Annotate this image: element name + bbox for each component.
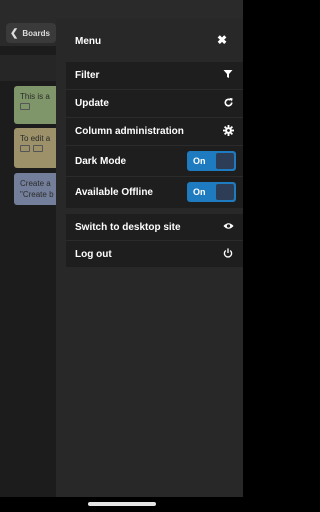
menu-section-secondary: Switch to desktop site Log out xyxy=(66,214,243,267)
menu-item-log-out[interactable]: Log out xyxy=(66,241,243,267)
menu-item-label: Filter xyxy=(75,70,100,81)
menu-item-column-administration[interactable]: Column administration xyxy=(66,118,243,145)
toggle-knob xyxy=(216,153,234,169)
chevron-left-icon: ❮ xyxy=(10,27,19,39)
filter-icon xyxy=(221,69,235,82)
menu-item-available-offline: Available Offline On xyxy=(66,177,243,207)
menu-item-label: Column administration xyxy=(75,126,184,137)
toggle-label: Dark Mode xyxy=(75,155,127,167)
menu-item-label: Switch to desktop site xyxy=(75,221,181,233)
close-icon[interactable]: ✖ xyxy=(217,34,227,46)
toggle-label: Available Offline xyxy=(75,186,153,198)
refresh-icon xyxy=(221,97,235,111)
home-indicator[interactable] xyxy=(88,502,156,506)
toggle-knob xyxy=(216,184,234,200)
side-menu-panel: Menu ✖ Filter Update Column administrati… xyxy=(56,18,243,497)
board-column-header xyxy=(0,55,56,81)
power-icon xyxy=(221,247,235,261)
dark-mode-toggle[interactable]: On xyxy=(187,151,236,171)
back-to-boards-button[interactable]: ❮ Boards xyxy=(6,23,56,43)
menu-header: Menu ✖ xyxy=(56,18,243,62)
checklist-icon xyxy=(20,103,30,110)
gear-icon xyxy=(221,124,235,139)
eye-icon xyxy=(221,222,235,233)
menu-item-label: Update xyxy=(75,98,109,109)
menu-item-switch-to-desktop[interactable]: Switch to desktop site xyxy=(66,214,243,240)
menu-item-update[interactable]: Update xyxy=(66,90,243,117)
menu-item-dark-mode: Dark Mode On xyxy=(66,146,243,176)
menu-section-main: Filter Update Column administration Dark… xyxy=(66,62,243,208)
comment-icon xyxy=(33,145,43,152)
toggle-state-text: On xyxy=(193,156,206,166)
menu-item-label: Log out xyxy=(75,248,112,260)
description-icon xyxy=(20,145,30,152)
menu-title: Menu xyxy=(75,36,102,47)
available-offline-toggle[interactable]: On xyxy=(187,182,236,202)
back-button-label: Boards xyxy=(22,28,50,38)
menu-item-filter[interactable]: Filter xyxy=(66,62,243,89)
toggle-state-text: On xyxy=(193,187,206,197)
